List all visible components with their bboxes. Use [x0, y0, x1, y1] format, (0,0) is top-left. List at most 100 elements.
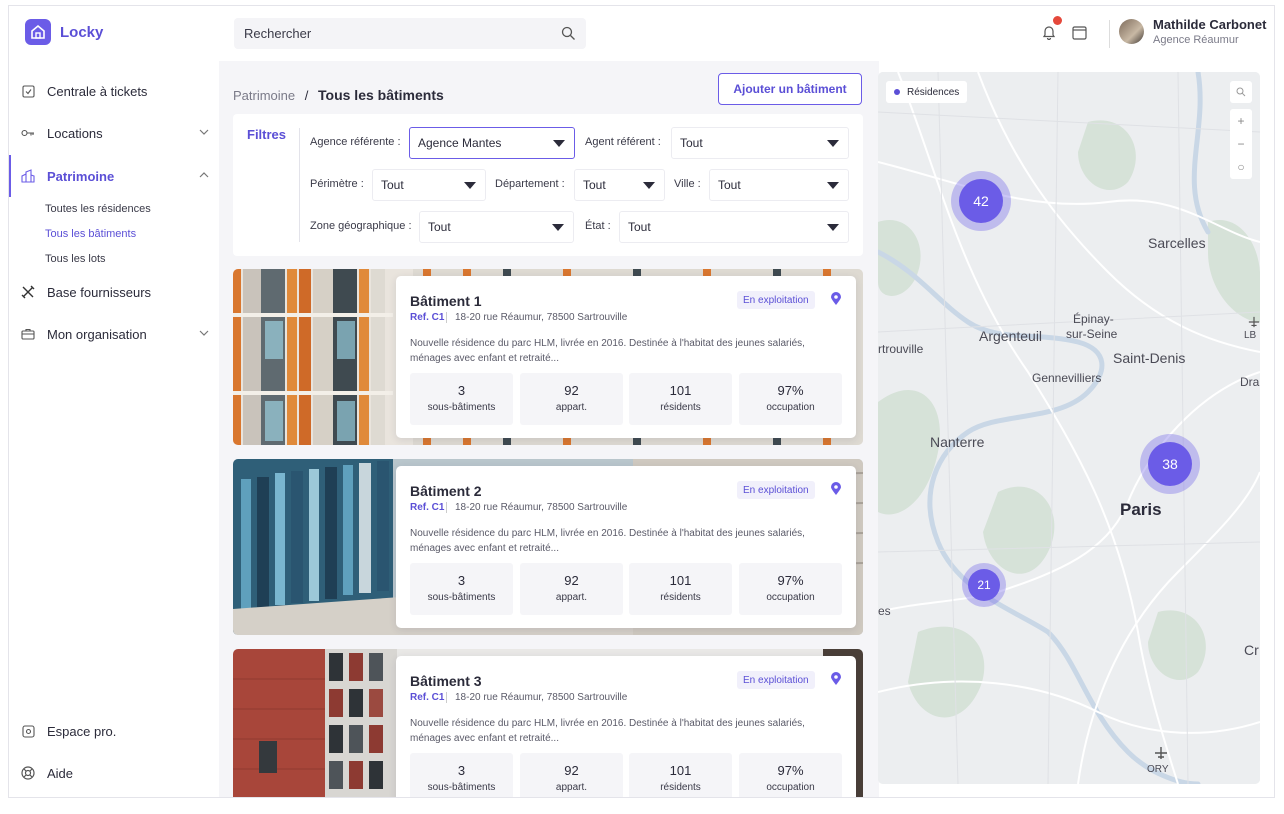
building-info-panel: Bâtiment 2 Ref. C1 18-20 rue Réaumur, 78… — [396, 466, 856, 628]
building-address: 18-20 rue Réaumur, 78500 Sartrouville — [446, 692, 627, 703]
notifications-button[interactable] — [1040, 16, 1062, 42]
agence-select[interactable]: Agence Mantes — [409, 127, 575, 159]
stat-value: 92 — [564, 383, 579, 398]
map-background — [878, 72, 1260, 784]
zone-value: Tout — [428, 220, 451, 234]
stat-value: 3 — [457, 383, 466, 398]
location-pin-icon[interactable] — [830, 672, 842, 686]
etat-select[interactable]: Tout — [619, 211, 849, 243]
location-pin-icon[interactable] — [830, 292, 842, 306]
calendar-button[interactable] — [1070, 22, 1088, 42]
dropdown-arrow-icon — [464, 182, 476, 189]
top-bar: Locky Rechercher Mathilde Carbonet Agenc… — [9, 6, 1274, 61]
stat-label: résidents — [660, 402, 701, 413]
building-ref: Ref. C1 — [410, 692, 445, 703]
key-icon — [21, 126, 35, 140]
building-description: Nouvelle résidence du parc HLM, livrée e… — [410, 528, 805, 554]
sidebar-item-fournisseurs[interactable]: Base fournisseurs — [9, 277, 219, 307]
building-ref: Ref. C1 — [410, 502, 445, 513]
stat-value: 92 — [564, 763, 579, 778]
building-ref: Ref. C1 — [410, 312, 445, 323]
building-description: Nouvelle résidence du parc HLM, livrée e… — [410, 718, 805, 744]
perimetre-select[interactable]: Tout — [372, 169, 486, 201]
stat-residents: 101 résidents — [629, 563, 732, 615]
stat-appartements: 92 appart. — [520, 373, 623, 425]
stat-value: 97% — [777, 383, 804, 398]
sidebar-subitem-batiments[interactable]: Tous les bâtiments — [45, 228, 136, 240]
stat-label: occupation — [766, 402, 815, 413]
building-address: 18-20 rue Réaumur, 78500 Sartrouville — [446, 502, 627, 513]
user-agency: Agence Réaumur — [1153, 34, 1239, 46]
sidebar-subitem-lots[interactable]: Tous les lots — [45, 253, 106, 265]
help-icon — [21, 766, 35, 780]
map-place-label: Saint-Denis — [1113, 350, 1186, 366]
stat-label: résidents — [660, 592, 701, 603]
building-title: Bâtiment 3 — [410, 673, 482, 689]
airport-icon — [1248, 316, 1260, 328]
stat-label: sous-bâtiments — [427, 782, 496, 793]
sidebar-item-locations[interactable]: Locations — [9, 118, 219, 148]
map-place-label: LB — [1244, 330, 1257, 341]
sidebar-item-patrimoine[interactable]: Patrimoine — [9, 155, 219, 197]
avatar — [1119, 19, 1144, 44]
sidebar-item-tickets[interactable]: Centrale à tickets — [9, 76, 219, 106]
app-name: Locky — [60, 23, 104, 41]
sidebar-item-espace-pro[interactable]: Espace pro. — [9, 716, 219, 746]
briefcase-icon — [21, 327, 35, 341]
ticket-icon — [21, 84, 35, 98]
building-card[interactable]: Bâtiment 3 Ref. C1 18-20 rue Réaumur, 78… — [233, 649, 863, 797]
user-menu[interactable]: Mathilde Carbonet Agence Réaumur — [1119, 17, 1266, 46]
ville-label: Ville : — [674, 178, 701, 190]
location-pin-icon[interactable] — [830, 482, 842, 496]
perimetre-value: Tout — [381, 178, 404, 192]
map-search-button[interactable] — [1230, 81, 1252, 103]
map-cluster-marker[interactable]: 21 — [968, 569, 1000, 601]
agent-select[interactable]: Tout — [671, 127, 849, 159]
map-place-label: Sarcelles — [1148, 235, 1206, 251]
stat-sous-batiments: 3 sous-bâtiments — [410, 753, 513, 797]
building-icon — [21, 169, 35, 183]
pro-icon — [21, 724, 35, 738]
sidebar-subitem-residences[interactable]: Toutes les résidences — [45, 203, 151, 215]
sidebar-item-organisation[interactable]: Mon organisation — [9, 319, 219, 349]
chevron-down-icon — [199, 330, 209, 336]
building-card[interactable]: Bâtiment 1 Ref. C1 18-20 rue Réaumur, 78… — [233, 269, 863, 445]
departement-select[interactable]: Tout — [574, 169, 665, 201]
stat-sous-batiments: 3 sous-bâtiments — [410, 373, 513, 425]
ville-select[interactable]: Tout — [709, 169, 849, 201]
stat-value: 3 — [457, 763, 466, 778]
status-badge: En exploitation — [737, 291, 815, 309]
building-title: Bâtiment 1 — [410, 293, 482, 309]
sidebar-item-label: Centrale à tickets — [47, 83, 148, 99]
zoom-out-icon[interactable]: − — [1237, 137, 1244, 151]
stat-label: appart. — [555, 592, 588, 603]
agence-value: Agence Mantes — [418, 136, 502, 150]
zone-select[interactable]: Tout — [419, 211, 574, 243]
map-place-label: rtrouville — [878, 342, 924, 356]
filters-panel: Filtres Agence référente : Agence Mantes… — [233, 114, 863, 256]
search-icon — [1236, 87, 1246, 97]
app-logo[interactable]: Locky — [25, 19, 103, 45]
stat-residents: 101 résidents — [629, 373, 732, 425]
airport-icon — [1155, 747, 1167, 759]
zoom-in-icon[interactable]: + — [1237, 114, 1244, 128]
building-description: Nouvelle résidence du parc HLM, livrée e… — [410, 338, 805, 364]
filters-divider — [299, 128, 300, 242]
map-place-label: es — [878, 604, 891, 618]
locate-icon[interactable]: ○ — [1237, 160, 1244, 174]
map-cluster-marker[interactable]: 42 — [959, 179, 1003, 223]
sidebar-item-label: Base fournisseurs — [47, 284, 152, 300]
map-cluster-marker[interactable]: 38 — [1148, 442, 1192, 486]
stat-value: 101 — [669, 763, 692, 778]
search-input[interactable]: Rechercher — [234, 18, 586, 49]
app-window: Locky Rechercher Mathilde Carbonet Agenc… — [8, 5, 1275, 798]
map-panel[interactable]: Résidences + − ○ Sarcelles Épinay- sur-S… — [878, 72, 1260, 784]
stat-residents: 101 résidents — [629, 753, 732, 797]
home-logo-icon — [25, 19, 51, 45]
breadcrumb-parent[interactable]: Patrimoine — [233, 88, 295, 103]
search-icon[interactable] — [561, 26, 576, 41]
building-card[interactable]: Bâtiment 2 Ref. C1 18-20 rue Réaumur, 78… — [233, 459, 863, 635]
departement-label: Département : — [495, 178, 565, 190]
sidebar-item-aide[interactable]: Aide — [9, 758, 219, 788]
add-building-button[interactable]: Ajouter un bâtiment — [718, 73, 862, 105]
